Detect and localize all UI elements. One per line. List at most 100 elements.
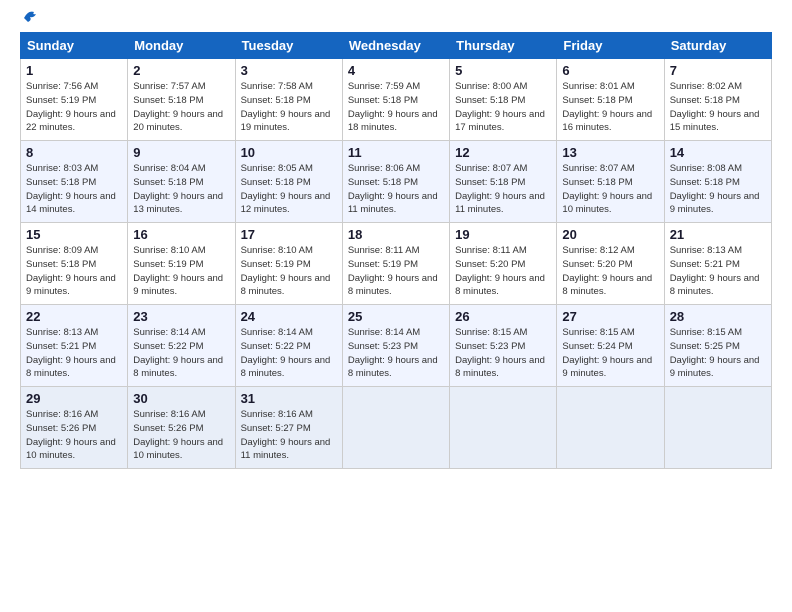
weekday-header-monday: Monday: [128, 33, 235, 59]
day-number: 17: [241, 227, 337, 242]
day-cell: 18 Sunrise: 8:11 AMSunset: 5:19 PMDaylig…: [342, 223, 449, 305]
day-number: 20: [562, 227, 658, 242]
day-cell: 29 Sunrise: 8:16 AMSunset: 5:26 PMDaylig…: [21, 387, 128, 469]
day-number: 21: [670, 227, 766, 242]
day-info: Sunrise: 8:09 AMSunset: 5:18 PMDaylight:…: [26, 245, 116, 297]
day-cell: 21 Sunrise: 8:13 AMSunset: 5:21 PMDaylig…: [664, 223, 771, 305]
day-number: 28: [670, 309, 766, 324]
day-info: Sunrise: 8:14 AMSunset: 5:22 PMDaylight:…: [133, 327, 223, 379]
day-info: Sunrise: 8:13 AMSunset: 5:21 PMDaylight:…: [670, 245, 760, 297]
day-info: Sunrise: 8:11 AMSunset: 5:19 PMDaylight:…: [348, 245, 438, 297]
day-cell: [342, 387, 449, 469]
day-cell: 12 Sunrise: 8:07 AMSunset: 5:18 PMDaylig…: [450, 141, 557, 223]
day-cell: [664, 387, 771, 469]
day-info: Sunrise: 8:16 AMSunset: 5:26 PMDaylight:…: [26, 409, 116, 461]
day-number: 7: [670, 63, 766, 78]
day-info: Sunrise: 7:58 AMSunset: 5:18 PMDaylight:…: [241, 81, 331, 133]
day-info: Sunrise: 8:07 AMSunset: 5:18 PMDaylight:…: [562, 163, 652, 215]
day-cell: 25 Sunrise: 8:14 AMSunset: 5:23 PMDaylig…: [342, 305, 449, 387]
day-number: 10: [241, 145, 337, 160]
week-row-5: 29 Sunrise: 8:16 AMSunset: 5:26 PMDaylig…: [21, 387, 772, 469]
weekday-header-friday: Friday: [557, 33, 664, 59]
day-number: 6: [562, 63, 658, 78]
day-cell: 11 Sunrise: 8:06 AMSunset: 5:18 PMDaylig…: [342, 141, 449, 223]
day-info: Sunrise: 8:14 AMSunset: 5:23 PMDaylight:…: [348, 327, 438, 379]
day-info: Sunrise: 8:13 AMSunset: 5:21 PMDaylight:…: [26, 327, 116, 379]
calendar-table: SundayMondayTuesdayWednesdayThursdayFrid…: [20, 32, 772, 469]
day-cell: 26 Sunrise: 8:15 AMSunset: 5:23 PMDaylig…: [450, 305, 557, 387]
day-cell: 28 Sunrise: 8:15 AMSunset: 5:25 PMDaylig…: [664, 305, 771, 387]
day-number: 9: [133, 145, 229, 160]
weekday-header-tuesday: Tuesday: [235, 33, 342, 59]
day-number: 2: [133, 63, 229, 78]
day-cell: 5 Sunrise: 8:00 AMSunset: 5:18 PMDayligh…: [450, 59, 557, 141]
day-info: Sunrise: 8:15 AMSunset: 5:23 PMDaylight:…: [455, 327, 545, 379]
day-info: Sunrise: 7:56 AMSunset: 5:19 PMDaylight:…: [26, 81, 116, 133]
day-number: 14: [670, 145, 766, 160]
day-cell: 1 Sunrise: 7:56 AMSunset: 5:19 PMDayligh…: [21, 59, 128, 141]
day-number: 8: [26, 145, 122, 160]
day-cell: 2 Sunrise: 7:57 AMSunset: 5:18 PMDayligh…: [128, 59, 235, 141]
header: [20, 18, 772, 22]
day-cell: 14 Sunrise: 8:08 AMSunset: 5:18 PMDaylig…: [664, 141, 771, 223]
weekday-header-saturday: Saturday: [664, 33, 771, 59]
day-cell: 27 Sunrise: 8:15 AMSunset: 5:24 PMDaylig…: [557, 305, 664, 387]
day-number: 22: [26, 309, 122, 324]
day-cell: 19 Sunrise: 8:11 AMSunset: 5:20 PMDaylig…: [450, 223, 557, 305]
day-info: Sunrise: 8:11 AMSunset: 5:20 PMDaylight:…: [455, 245, 545, 297]
day-number: 29: [26, 391, 122, 406]
day-info: Sunrise: 8:04 AMSunset: 5:18 PMDaylight:…: [133, 163, 223, 215]
weekday-header-sunday: Sunday: [21, 33, 128, 59]
week-row-1: 1 Sunrise: 7:56 AMSunset: 5:19 PMDayligh…: [21, 59, 772, 141]
day-info: Sunrise: 8:10 AMSunset: 5:19 PMDaylight:…: [241, 245, 331, 297]
day-cell: [450, 387, 557, 469]
day-cell: 8 Sunrise: 8:03 AMSunset: 5:18 PMDayligh…: [21, 141, 128, 223]
day-info: Sunrise: 8:07 AMSunset: 5:18 PMDaylight:…: [455, 163, 545, 215]
day-number: 16: [133, 227, 229, 242]
day-number: 31: [241, 391, 337, 406]
day-cell: 10 Sunrise: 8:05 AMSunset: 5:18 PMDaylig…: [235, 141, 342, 223]
logo: [20, 18, 42, 22]
day-number: 3: [241, 63, 337, 78]
day-info: Sunrise: 8:16 AMSunset: 5:26 PMDaylight:…: [133, 409, 223, 461]
day-cell: 22 Sunrise: 8:13 AMSunset: 5:21 PMDaylig…: [21, 305, 128, 387]
day-number: 18: [348, 227, 444, 242]
day-cell: 7 Sunrise: 8:02 AMSunset: 5:18 PMDayligh…: [664, 59, 771, 141]
day-cell: 16 Sunrise: 8:10 AMSunset: 5:19 PMDaylig…: [128, 223, 235, 305]
day-number: 5: [455, 63, 551, 78]
day-number: 12: [455, 145, 551, 160]
day-number: 25: [348, 309, 444, 324]
weekday-header-wednesday: Wednesday: [342, 33, 449, 59]
day-cell: [557, 387, 664, 469]
day-cell: 17 Sunrise: 8:10 AMSunset: 5:19 PMDaylig…: [235, 223, 342, 305]
day-number: 19: [455, 227, 551, 242]
day-info: Sunrise: 8:10 AMSunset: 5:19 PMDaylight:…: [133, 245, 223, 297]
day-number: 4: [348, 63, 444, 78]
day-info: Sunrise: 8:08 AMSunset: 5:18 PMDaylight:…: [670, 163, 760, 215]
day-info: Sunrise: 8:01 AMSunset: 5:18 PMDaylight:…: [562, 81, 652, 133]
day-cell: 3 Sunrise: 7:58 AMSunset: 5:18 PMDayligh…: [235, 59, 342, 141]
day-info: Sunrise: 8:14 AMSunset: 5:22 PMDaylight:…: [241, 327, 331, 379]
day-cell: 13 Sunrise: 8:07 AMSunset: 5:18 PMDaylig…: [557, 141, 664, 223]
day-info: Sunrise: 8:16 AMSunset: 5:27 PMDaylight:…: [241, 409, 331, 461]
day-cell: 20 Sunrise: 8:12 AMSunset: 5:20 PMDaylig…: [557, 223, 664, 305]
day-info: Sunrise: 8:00 AMSunset: 5:18 PMDaylight:…: [455, 81, 545, 133]
day-cell: 23 Sunrise: 8:14 AMSunset: 5:22 PMDaylig…: [128, 305, 235, 387]
week-row-4: 22 Sunrise: 8:13 AMSunset: 5:21 PMDaylig…: [21, 305, 772, 387]
day-cell: 31 Sunrise: 8:16 AMSunset: 5:27 PMDaylig…: [235, 387, 342, 469]
day-info: Sunrise: 7:57 AMSunset: 5:18 PMDaylight:…: [133, 81, 223, 133]
day-number: 23: [133, 309, 229, 324]
day-cell: 30 Sunrise: 8:16 AMSunset: 5:26 PMDaylig…: [128, 387, 235, 469]
day-info: Sunrise: 8:12 AMSunset: 5:20 PMDaylight:…: [562, 245, 652, 297]
day-cell: 15 Sunrise: 8:09 AMSunset: 5:18 PMDaylig…: [21, 223, 128, 305]
day-info: Sunrise: 7:59 AMSunset: 5:18 PMDaylight:…: [348, 81, 438, 133]
day-number: 15: [26, 227, 122, 242]
day-number: 30: [133, 391, 229, 406]
day-cell: 6 Sunrise: 8:01 AMSunset: 5:18 PMDayligh…: [557, 59, 664, 141]
day-number: 13: [562, 145, 658, 160]
week-row-3: 15 Sunrise: 8:09 AMSunset: 5:18 PMDaylig…: [21, 223, 772, 305]
weekday-header-row: SundayMondayTuesdayWednesdayThursdayFrid…: [21, 33, 772, 59]
day-info: Sunrise: 8:03 AMSunset: 5:18 PMDaylight:…: [26, 163, 116, 215]
day-cell: 4 Sunrise: 7:59 AMSunset: 5:18 PMDayligh…: [342, 59, 449, 141]
day-number: 26: [455, 309, 551, 324]
